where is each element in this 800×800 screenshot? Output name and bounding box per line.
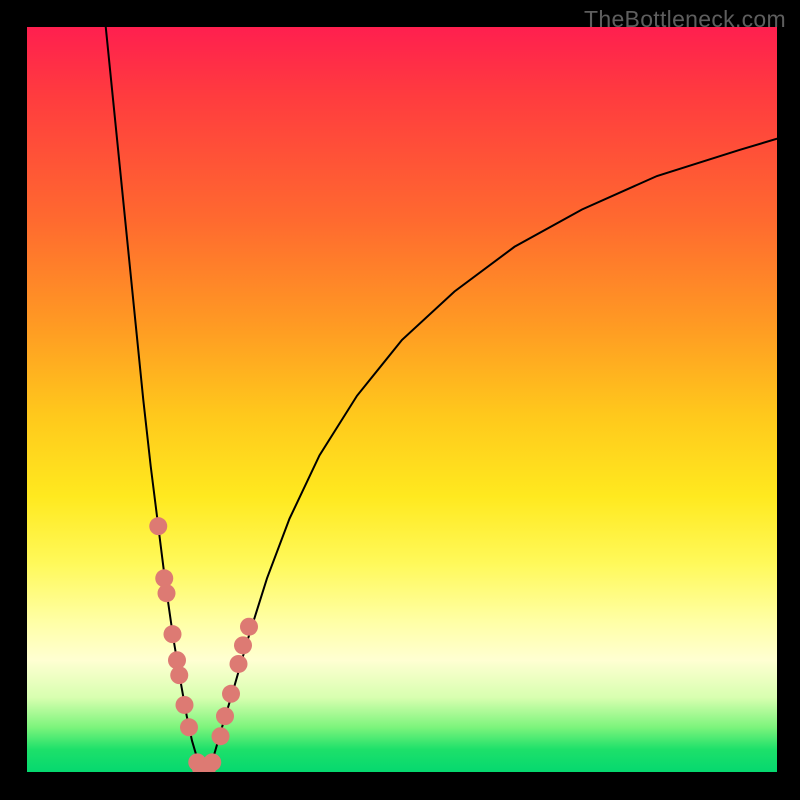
marker-point bbox=[158, 584, 176, 602]
marker-point bbox=[164, 625, 182, 643]
chart-svg bbox=[27, 27, 777, 772]
marker-point bbox=[222, 685, 240, 703]
marker-point bbox=[176, 696, 194, 714]
marker-point bbox=[234, 636, 252, 654]
marker-point bbox=[203, 753, 221, 771]
marker-point bbox=[212, 727, 230, 745]
marker-layer bbox=[149, 517, 258, 772]
marker-point bbox=[216, 707, 234, 725]
marker-point bbox=[240, 618, 258, 636]
marker-point bbox=[149, 517, 167, 535]
marker-point bbox=[170, 666, 188, 684]
curve-left-curve bbox=[106, 27, 202, 771]
marker-point bbox=[180, 718, 198, 736]
plot-area bbox=[27, 27, 777, 772]
curve-right-curve bbox=[207, 139, 777, 769]
marker-point bbox=[230, 655, 248, 673]
curve-layer bbox=[106, 27, 777, 771]
chart-frame: TheBottleneck.com bbox=[0, 0, 800, 800]
